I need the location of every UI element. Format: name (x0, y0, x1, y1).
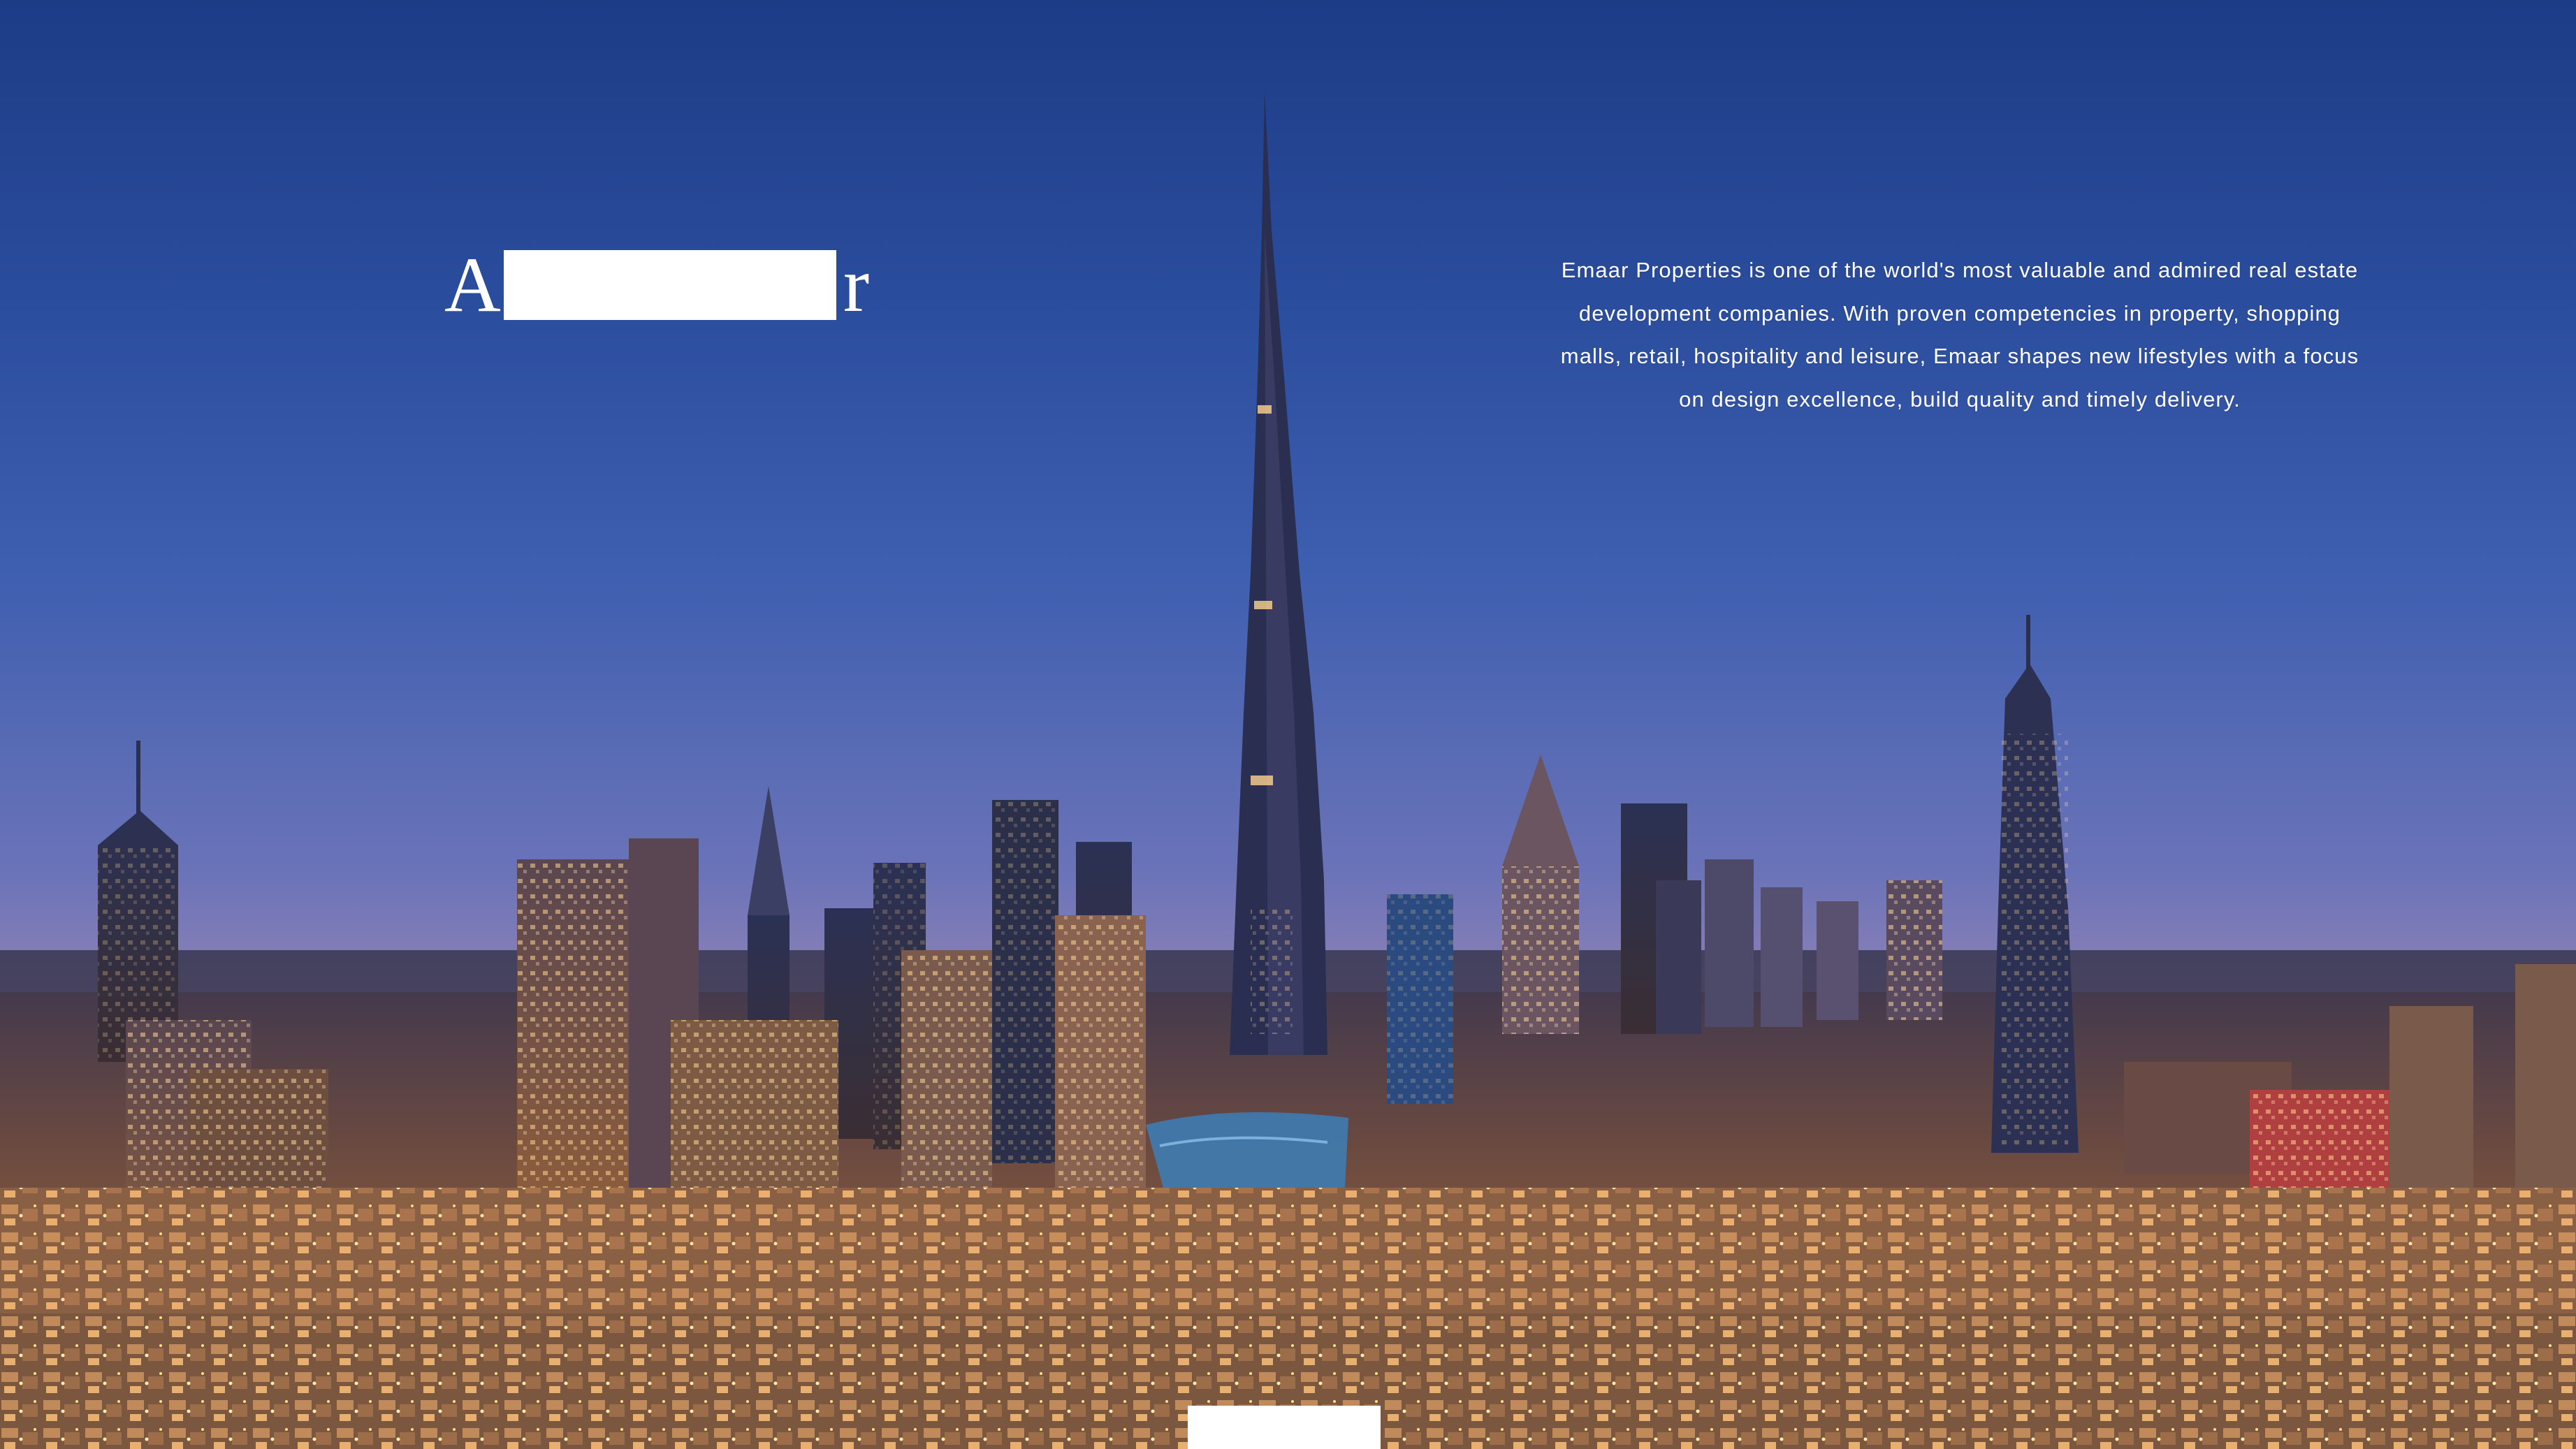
title-first-letter: A (444, 241, 502, 328)
title-last-letter: r (843, 241, 871, 328)
city-skyline-photo-icon (0, 91, 2576, 1449)
title-redaction-block (503, 250, 836, 320)
intro-paragraph: Emaar Properties is one of the world's m… (1560, 258, 2359, 412)
page-title: A r (444, 236, 871, 334)
hero-slide: A r Emaar Properties is one of the world… (0, 0, 2576, 1449)
bottom-tab[interactable] (1188, 1406, 1381, 1449)
